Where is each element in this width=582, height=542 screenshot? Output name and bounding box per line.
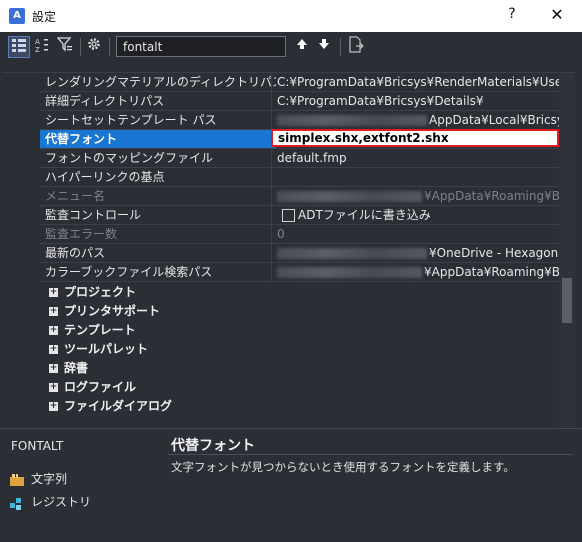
fontalt-value-field[interactable]: simplex.shx,extfont2.shx xyxy=(271,129,559,147)
setting-row[interactable]: 監査エラー数 0 xyxy=(40,225,575,244)
storage-info: レジストリ xyxy=(10,493,91,510)
category-dictionary[interactable]: + 辞書 xyxy=(40,359,575,378)
category-printer-support[interactable]: + プリンタサポート xyxy=(40,302,575,321)
setting-row[interactable]: カラーブックファイル検索パス ¥AppData¥Roaming¥Bric xyxy=(40,263,575,282)
expand-icon[interactable]: + xyxy=(49,307,58,316)
gear-icon[interactable] xyxy=(83,36,105,58)
setting-name: シートセットテンプレート パス xyxy=(45,113,217,127)
expand-icon[interactable]: + xyxy=(49,364,58,373)
description-text: 文字フォントが見つからないとき使用するフォントを定義します。 xyxy=(171,460,515,474)
app-icon: A xyxy=(9,8,25,24)
divider xyxy=(168,454,573,455)
arrow-down-icon[interactable] xyxy=(313,36,335,58)
arrow-up-icon[interactable] xyxy=(291,36,313,58)
category-project[interactable]: + プロジェクト xyxy=(40,283,575,302)
export-icon[interactable] xyxy=(345,36,367,58)
setting-row[interactable]: 最新のパス ¥OneDrive - Hexagon¥ド xyxy=(40,244,575,263)
setting-value: 0 xyxy=(271,225,565,243)
setting-value: ¥AppData¥Roaming¥Bric xyxy=(424,189,565,203)
storage-label: レジストリ xyxy=(31,495,92,509)
setting-row[interactable]: メニュー名 ¥AppData¥Roaming¥Bric xyxy=(40,187,575,206)
alphabetical-sort-icon[interactable]: AZ xyxy=(31,36,53,58)
adt-checkbox[interactable] xyxy=(282,209,295,222)
setting-row[interactable]: 詳細ディレクトリパス C:¥ProgramData¥Bricsys¥Detail… xyxy=(40,92,575,111)
category-tool-palette[interactable]: + ツールパレット xyxy=(40,340,575,359)
toolbar-separator xyxy=(80,38,81,56)
setting-value-cell: ¥AppData¥Roaming¥Bric xyxy=(271,263,565,281)
window-title: 設定 xyxy=(32,10,57,24)
title-bar: A 設定 ? ✕ xyxy=(0,0,582,32)
toolbar-separator xyxy=(340,38,341,56)
settings-grid: レンダリングマテリアルのディレクトリパス C:¥ProgramData¥Bric… xyxy=(2,72,575,428)
setting-row[interactable]: シートセットテンプレート パス AppData¥Local¥Bricsys¥ xyxy=(40,111,575,130)
setting-name: レンダリングマテリアルのディレクトリパス xyxy=(45,75,276,89)
category-label: テンプレート xyxy=(64,323,136,337)
setting-name: 最新のパス xyxy=(45,246,106,260)
category-template[interactable]: + テンプレート xyxy=(40,321,575,340)
grid-gutter xyxy=(2,73,40,428)
setting-value: ¥OneDrive - Hexagon¥ド xyxy=(429,246,565,260)
expand-icon[interactable]: + xyxy=(49,326,58,335)
setting-value-cell: ¥AppData¥Roaming¥Bric xyxy=(271,187,565,205)
svg-text:Z: Z xyxy=(35,46,40,54)
setting-row[interactable]: ハイパーリンクの基点 xyxy=(40,168,575,187)
expand-icon[interactable]: + xyxy=(49,345,58,354)
string-type-icon xyxy=(10,473,24,486)
category-file-dialog[interactable]: + ファイルダイアログ xyxy=(40,397,575,416)
setting-value: ¥AppData¥Roaming¥Bric xyxy=(424,265,565,279)
setting-row-selected[interactable]: 代替フォント simplex.shx,extfont2.shx xyxy=(40,129,575,149)
setting-name: 詳細ディレクトリパス xyxy=(45,94,165,108)
setting-row[interactable]: レンダリングマテリアルのディレクトリパス C:¥ProgramData¥Bric… xyxy=(40,73,575,92)
registry-icon xyxy=(10,497,24,510)
category-label: ログファイル xyxy=(64,380,137,394)
setting-name: メニュー名 xyxy=(45,189,106,203)
scrollbar-thumb[interactable] xyxy=(562,278,572,323)
setting-value: AppData¥Local¥Bricsys¥ xyxy=(429,113,565,127)
setting-value: C:¥ProgramData¥Bricsys¥Details¥ xyxy=(271,92,565,110)
setting-name: ハイパーリンクの基点 xyxy=(45,170,165,184)
setting-name: 監査エラー数 xyxy=(45,227,118,241)
type-info: 文字列 xyxy=(10,470,67,487)
variable-name: FONTALT xyxy=(11,439,64,453)
help-button[interactable]: ? xyxy=(500,6,524,26)
category-label: ツールパレット xyxy=(64,342,149,356)
info-panel: FONTALT 文字列 レジストリ 代替フォント 文字フォントが見つからないとき… xyxy=(0,428,582,542)
vertical-scrollbar[interactable] xyxy=(559,73,575,427)
setting-value-cell: ADTファイルに書き込み xyxy=(271,206,565,224)
setting-value-cell: AppData¥Local¥Bricsys¥ xyxy=(271,111,565,129)
setting-name: フォントのマッピングファイル xyxy=(45,151,214,165)
setting-value: default.fmp xyxy=(271,149,565,167)
type-label: 文字列 xyxy=(31,472,68,486)
setting-name: 代替フォント xyxy=(40,130,276,148)
redacted-text xyxy=(277,248,427,259)
category-label: プリンタサポート xyxy=(64,304,161,318)
close-button[interactable]: ✕ xyxy=(544,5,570,27)
expand-icon[interactable]: + xyxy=(49,288,58,297)
expand-icon[interactable]: + xyxy=(49,402,58,411)
category-label: 辞書 xyxy=(64,361,89,375)
setting-value: ADTファイルに書き込み xyxy=(298,208,431,222)
toolbar-separator xyxy=(109,38,110,56)
category-log-file[interactable]: + ログファイル xyxy=(40,378,575,397)
setting-row[interactable]: 監査コントロール ADTファイルに書き込み xyxy=(40,206,575,225)
setting-name: カラーブックファイル検索パス xyxy=(45,265,213,279)
description-title: 代替フォント xyxy=(171,438,255,454)
search-input[interactable] xyxy=(116,36,286,57)
category-label: プロジェクト xyxy=(64,285,137,299)
redacted-text xyxy=(277,267,422,278)
toolbar: AZ xyxy=(0,32,582,62)
svg-text:A: A xyxy=(35,38,40,46)
categorized-view-icon[interactable] xyxy=(8,36,30,58)
filter-icon[interactable] xyxy=(54,36,76,58)
redacted-text xyxy=(277,191,422,202)
setting-name: 監査コントロール xyxy=(45,208,142,222)
setting-value: C:¥ProgramData¥Bricsys¥RenderMaterials¥U… xyxy=(271,73,565,91)
category-label: ファイルダイアログ xyxy=(64,399,173,413)
expand-icon[interactable]: + xyxy=(49,383,58,392)
setting-row[interactable]: フォントのマッピングファイル default.fmp xyxy=(40,149,575,168)
redacted-text xyxy=(277,115,427,126)
setting-value xyxy=(271,168,565,186)
setting-value-cell: ¥OneDrive - Hexagon¥ド xyxy=(271,244,565,262)
